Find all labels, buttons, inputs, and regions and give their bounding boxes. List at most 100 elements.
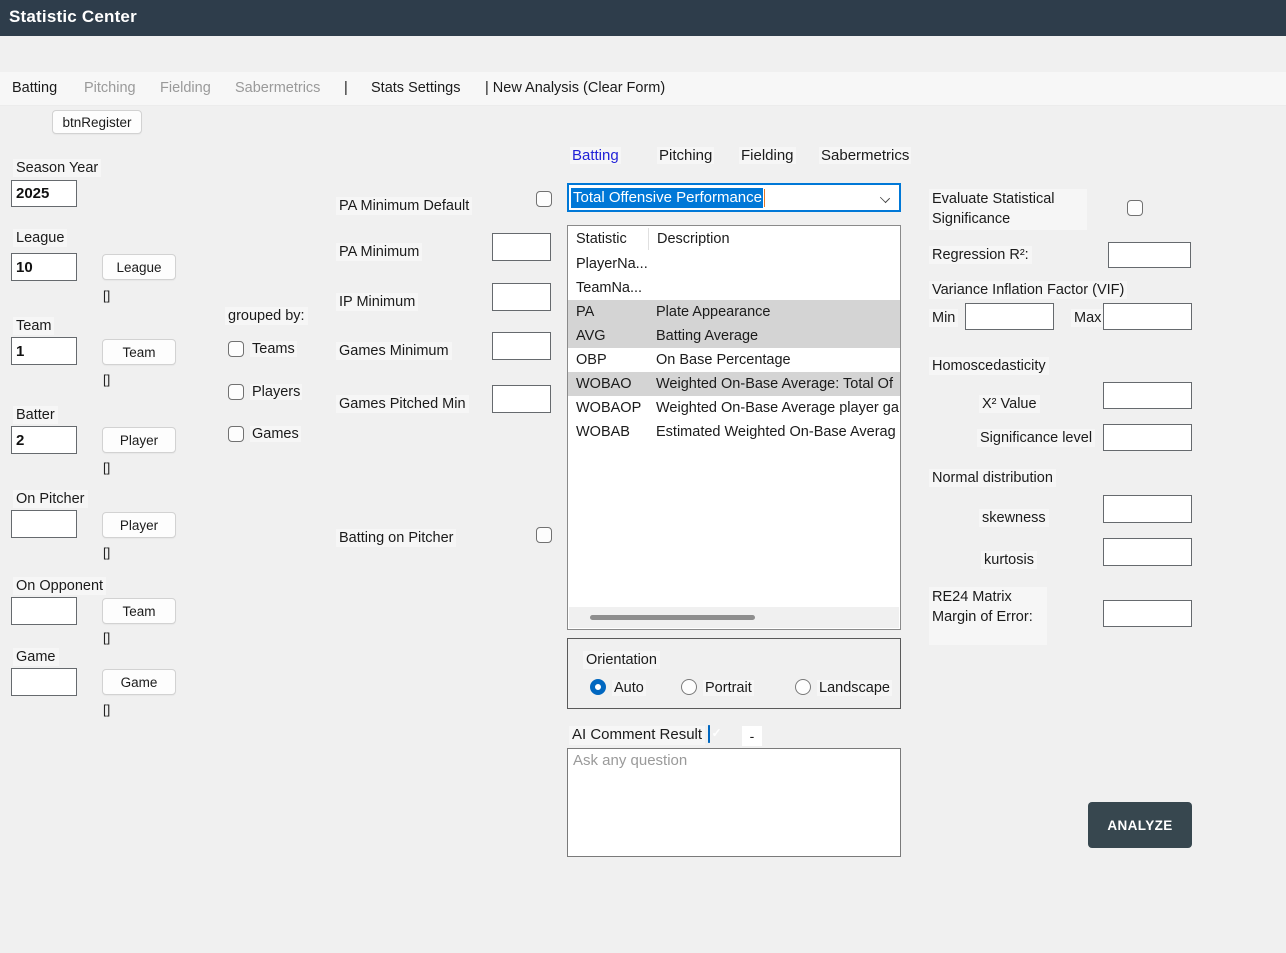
column-header-statistic[interactable]: Statistic (568, 231, 648, 247)
ai-comment-result-label: AI Comment Result (569, 726, 705, 745)
batter-input[interactable] (11, 426, 77, 454)
orientation-landscape-radio[interactable] (795, 679, 811, 695)
table-row[interactable]: PA Plate Appearance (568, 300, 900, 324)
stat-cell: WOBAB (568, 424, 648, 440)
orientation-auto-radio[interactable] (590, 679, 606, 695)
table-row[interactable]: PlayerNa... (568, 252, 900, 276)
game-input[interactable] (11, 668, 77, 696)
significance-level-input[interactable] (1103, 424, 1192, 451)
team-picker-button[interactable]: Team (102, 339, 176, 365)
re24-margin-label: RE24 MatrixMargin of Error: (929, 587, 1047, 645)
table-row[interactable]: WOBAO Weighted On-Base Average: Total Of (568, 372, 900, 396)
orientation-groupbox: Orientation Auto Portrait Landscape (567, 638, 901, 709)
league-selection-hint: [] (103, 288, 110, 303)
menu-fielding[interactable]: Fielding (160, 80, 211, 96)
vif-max-label: Max (1071, 309, 1104, 327)
vif-min-label: Min (929, 309, 958, 327)
on-opponent-selection-hint: [] (103, 630, 110, 645)
vif-min-input[interactable] (965, 303, 1054, 330)
group-teams-checkbox[interactable] (228, 341, 244, 357)
pa-minimum-default-checkbox[interactable] (536, 191, 552, 207)
group-teams-label: Teams (250, 341, 297, 357)
re24-label-line2: Margin of Error: (932, 609, 1033, 625)
table-row[interactable]: TeamNa... (568, 276, 900, 300)
game-label: Game (13, 648, 59, 666)
x2-value-label: X² Value (979, 395, 1040, 413)
games-minimum-input[interactable] (492, 332, 551, 360)
window-title: Statistic Center (9, 7, 137, 27)
chevron-down-icon[interactable] (880, 193, 890, 203)
on-opponent-input[interactable] (11, 597, 77, 625)
pa-minimum-default-label: PA Minimum Default (336, 197, 472, 215)
scrollbar-thumb[interactable] (590, 615, 755, 620)
batter-label: Batter (13, 406, 58, 424)
tab-sabermetrics[interactable]: Sabermetrics (819, 147, 911, 164)
group-games-label: Games (250, 426, 301, 442)
stat-cell: WOBAO (568, 376, 648, 392)
category-dropdown[interactable]: Total Offensive Performance (567, 183, 901, 212)
skewness-input[interactable] (1103, 495, 1192, 523)
league-input[interactable] (11, 253, 77, 281)
app-window: Statistic Center Batting Pitching Fieldi… (0, 0, 1286, 953)
grouped-by-label: grouped by: (225, 307, 308, 325)
analyze-button[interactable]: ANALYZE (1088, 802, 1192, 848)
evaluate-significance-checkbox[interactable] (1127, 200, 1143, 216)
tab-fielding[interactable]: Fielding (739, 147, 796, 164)
tab-pitching[interactable]: Pitching (657, 147, 714, 164)
orientation-portrait-label: Portrait (703, 680, 754, 696)
games-pitched-min-label: Games Pitched Min (336, 395, 469, 413)
desc-cell: Plate Appearance (648, 304, 900, 320)
significance-level-label: Significance level (977, 429, 1095, 447)
re24-margin-input[interactable] (1103, 600, 1192, 627)
stat-cell: OBP (568, 352, 648, 368)
regression-r2-label: Regression R²: (929, 246, 1032, 264)
league-picker-button[interactable]: League (102, 254, 176, 280)
menu-new-analysis[interactable]: | New Analysis (Clear Form) (485, 80, 665, 96)
ai-comment-dash: - (742, 726, 762, 746)
kurtosis-input[interactable] (1103, 538, 1192, 566)
group-games-checkbox[interactable] (228, 426, 244, 442)
horizontal-scrollbar[interactable] (569, 607, 899, 628)
team-selection-hint: [] (103, 372, 110, 387)
menu-pitching[interactable]: Pitching (84, 80, 136, 96)
column-header-description[interactable]: Description (648, 228, 730, 250)
desc-cell: Weighted On-Base Average: Total Of (648, 376, 900, 392)
batter-selection-hint: [] (103, 460, 110, 475)
batting-on-pitcher-label: Batting on Pitcher (336, 529, 456, 547)
on-pitcher-picker-button[interactable]: Player (102, 512, 176, 538)
table-row[interactable]: WOBAOP Weighted On-Base Average player g… (568, 396, 900, 420)
orientation-portrait-radio[interactable] (681, 679, 697, 695)
question-input[interactable] (567, 748, 901, 857)
menu-batting[interactable]: Batting (12, 80, 57, 96)
game-selection-hint: [] (103, 702, 110, 717)
on-opponent-picker-button[interactable]: Team (102, 598, 176, 624)
on-opponent-label: On Opponent (13, 577, 106, 595)
register-button[interactable]: btnRegister (52, 110, 142, 134)
ip-minimum-input[interactable] (492, 283, 551, 311)
season-year-input[interactable] (11, 180, 77, 207)
on-pitcher-input[interactable] (11, 510, 77, 538)
group-players-checkbox[interactable] (228, 384, 244, 400)
games-pitched-min-input[interactable] (492, 385, 551, 413)
x2-value-input[interactable] (1103, 382, 1192, 409)
batting-on-pitcher-checkbox[interactable] (536, 527, 552, 543)
menu-stats-settings[interactable]: Stats Settings (371, 80, 460, 96)
menu-sabermetrics[interactable]: Sabermetrics (235, 80, 320, 96)
ai-comment-result-checkbox[interactable] (708, 725, 710, 743)
table-row[interactable]: WOBAB Estimated Weighted On-Base Averag (568, 420, 900, 444)
ip-minimum-label: IP Minimum (336, 293, 418, 311)
team-input[interactable] (11, 337, 77, 365)
game-picker-button[interactable]: Game (102, 669, 176, 695)
vif-max-input[interactable] (1103, 303, 1192, 330)
stat-cell: PlayerNa... (568, 256, 648, 272)
regression-r2-input[interactable] (1108, 242, 1191, 268)
table-body: PlayerNa... TeamNa... PA Plate Appearanc… (568, 252, 900, 444)
table-row[interactable]: AVG Batting Average (568, 324, 900, 348)
batter-picker-button[interactable]: Player (102, 427, 176, 453)
homoscedasticity-label: Homoscedasticity (929, 357, 1049, 375)
tab-batting[interactable]: Batting (570, 147, 621, 164)
pa-minimum-input[interactable] (492, 233, 551, 261)
orientation-auto-label: Auto (612, 680, 646, 696)
vif-label: Variance Inflation Factor (VIF) (929, 281, 1127, 299)
table-row[interactable]: OBP On Base Percentage (568, 348, 900, 372)
